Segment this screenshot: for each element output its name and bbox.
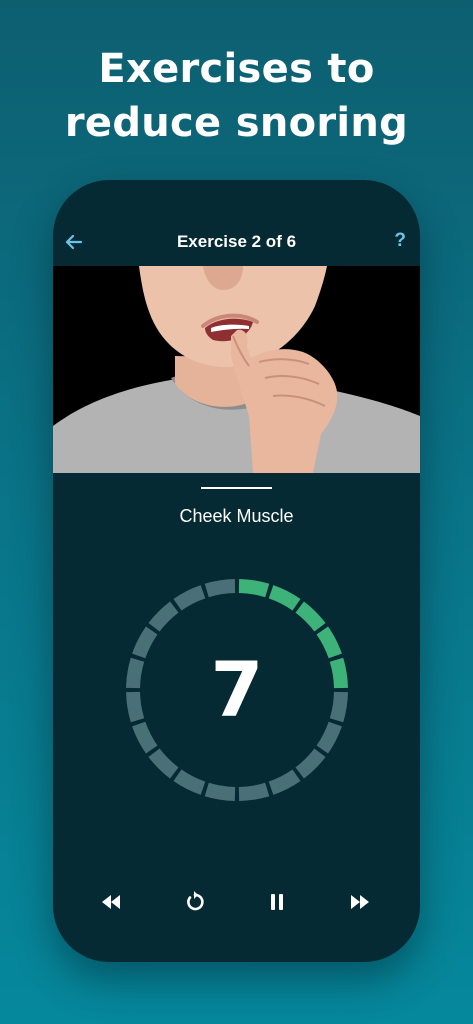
- timer-segment-complete: [316, 626, 342, 659]
- timer-segment-complete: [268, 585, 301, 611]
- restart-button[interactable]: [183, 890, 207, 914]
- countdown-number: 7: [211, 645, 264, 734]
- timer-segment-remaining: [204, 782, 236, 801]
- headline-line-2: reduce snoring: [64, 100, 409, 146]
- fast-forward-icon: [351, 895, 369, 909]
- fast-forward-button[interactable]: [348, 890, 372, 914]
- timer-segment-remaining: [295, 748, 326, 779]
- timer-segment-remaining: [148, 601, 179, 632]
- cheek-exercise-image: [53, 266, 420, 473]
- exercise-name: Cheek Muscle: [179, 506, 294, 526]
- title-divider: [201, 487, 272, 489]
- pause-icon: [271, 894, 283, 910]
- timer-segment-complete: [329, 657, 348, 689]
- rewind-icon: [102, 895, 120, 909]
- exercise-progress-title: Exercise 2 of 6: [176, 232, 297, 251]
- timer-segment-remaining: [126, 657, 145, 689]
- timer-segment-remaining: [148, 748, 179, 779]
- navigation-bar: Exercise 2 of 6 ?: [53, 220, 420, 266]
- timer-segment-remaining: [204, 579, 236, 598]
- timer-segment-remaining: [238, 782, 270, 801]
- timer-segment-remaining: [329, 691, 348, 723]
- timer-segment-complete: [295, 601, 326, 632]
- help-button[interactable]: ?: [394, 229, 406, 253]
- marketing-headline: Exercises to reduce snoring: [0, 42, 473, 150]
- timer-segment-remaining: [132, 721, 158, 754]
- pause-button[interactable]: [265, 890, 289, 914]
- restart-icon: [187, 891, 204, 911]
- timer-ring: 7: [126, 579, 348, 801]
- rewind-button[interactable]: [99, 890, 123, 914]
- phone-frame: Exercise 2 of 6 ? Cheek Muscle 7: [53, 180, 420, 962]
- headline-line-1: Exercises to: [98, 46, 375, 92]
- timer-segment-remaining: [268, 769, 301, 795]
- timer-segment-remaining: [173, 769, 206, 795]
- back-arrow-icon: [65, 234, 83, 250]
- exercise-illustration: [53, 266, 420, 473]
- timer-segment-remaining: [132, 626, 158, 659]
- timer-segment-remaining: [173, 585, 206, 611]
- playback-controls: [53, 886, 420, 918]
- countdown-timer: 7: [125, 578, 349, 802]
- timer-segment-remaining: [126, 691, 145, 723]
- back-button[interactable]: [63, 231, 85, 253]
- timer-segment-remaining: [316, 721, 342, 754]
- timer-segment-complete: [238, 579, 270, 598]
